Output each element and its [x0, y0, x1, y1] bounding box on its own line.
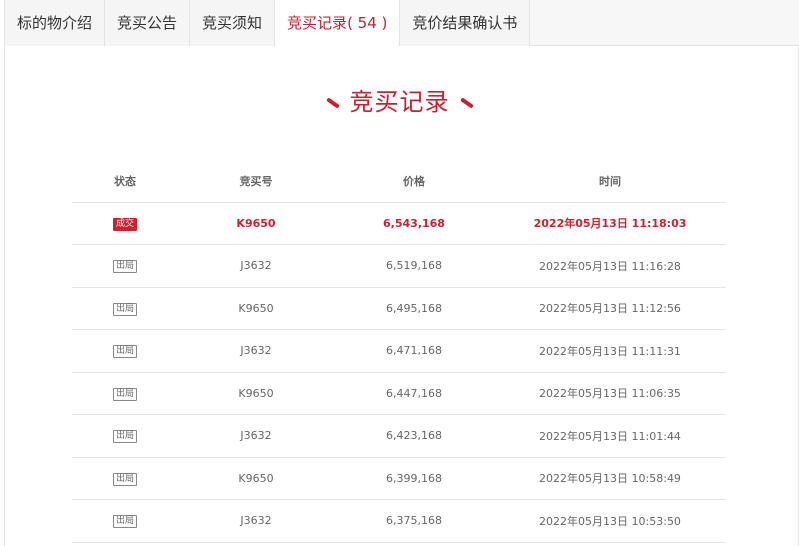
status-cell: 出局 [72, 457, 178, 500]
price-cell: 6,519,168 [334, 244, 494, 288]
status-cell: 出局 [72, 244, 178, 288]
bid-number-cell: K9650 [178, 457, 334, 500]
status-cell: 出局 [72, 414, 178, 458]
tab-bid-announcement[interactable]: 竞买公告 [105, 0, 191, 46]
price-cell: 6,399,168 [334, 457, 494, 500]
status-cell: 出局 [72, 287, 178, 330]
table-row: 出局 J3632 6,471,168 2022年05月13日 11:11:31 [72, 329, 726, 373]
bid-number-cell: K9650 [178, 372, 334, 415]
tab-item-introduction[interactable]: 标的物介绍 [4, 0, 106, 46]
time-cell: 2022年05月13日 11:01:44 [494, 414, 726, 458]
table-header-row: 状态 竞买号 价格 时间 [72, 160, 726, 203]
section-header: 竞买记录 [0, 82, 799, 117]
tab-bid-records[interactable]: 竞买记录( 54 ) [275, 0, 401, 47]
bid-number-cell: K9650 [178, 202, 334, 245]
header-status: 状态 [72, 160, 178, 203]
table-row: 出局 K9650 6,447,168 2022年05月13日 11:06:35 [72, 372, 726, 415]
time-cell: 2022年05月13日 11:11:31 [494, 329, 726, 373]
status-badge: 成交 [112, 217, 137, 231]
tab-label: 竞买公告 [117, 14, 178, 32]
bid-number-cell: J3632 [178, 329, 334, 373]
section-title: 竞买记录 [349, 88, 450, 116]
bid-number-cell: J3632 [178, 414, 334, 458]
table-row: 出局 J3632 6,423,168 2022年05月13日 11:01:44 [72, 414, 726, 458]
table-row: 成交 K9650 6,543,168 2022年05月13日 11:18:03 [72, 202, 726, 245]
header-time: 时间 [494, 160, 726, 203]
status-badge: 出局 [112, 430, 137, 444]
status-cell: 出局 [72, 329, 178, 373]
header-price: 价格 [334, 160, 494, 203]
tab-bid-notice[interactable]: 竞买须知 [190, 0, 276, 46]
price-cell: 6,423,168 [334, 414, 494, 458]
status-cell: 出局 [72, 499, 178, 543]
decoration-dash-icon [459, 97, 474, 109]
price-cell: 6,375,168 [334, 499, 494, 543]
price-cell: 6,543,168 [334, 202, 494, 245]
bid-number-cell: J3632 [178, 499, 334, 543]
status-badge: 出局 [112, 345, 137, 359]
time-cell: 2022年05月13日 10:58:49 [494, 457, 726, 500]
tab-count-badge: ( 54 ) [347, 14, 388, 32]
bid-number-cell: J3632 [178, 244, 334, 288]
price-cell: 6,471,168 [334, 329, 494, 373]
tab-bar: 标的物介绍 竞买公告 竞买须知 竞买记录( 54 ) 竞价结果确认书 [4, 0, 799, 47]
table-row: 出局 K9650 6,495,168 2022年05月13日 11:12:56 [72, 287, 726, 330]
tab-result-confirmation[interactable]: 竞价结果确认书 [400, 0, 531, 46]
time-cell: 2022年05月13日 11:18:03 [494, 202, 726, 245]
header-bid-number: 竞买号 [178, 160, 334, 203]
tab-label: 标的物介绍 [17, 14, 93, 32]
time-cell: 2022年05月13日 10:53:50 [494, 499, 726, 543]
time-cell: 2022年05月13日 11:16:28 [494, 244, 726, 288]
time-cell: 2022年05月13日 11:06:35 [494, 372, 726, 415]
price-cell: 6,447,168 [334, 372, 494, 415]
status-cell: 成交 [72, 202, 178, 245]
bid-number-cell: K9650 [178, 287, 334, 330]
price-cell: 6,495,168 [334, 287, 494, 330]
status-badge: 出局 [112, 472, 137, 486]
status-cell: 出局 [72, 372, 178, 415]
time-cell: 2022年05月13日 11:12:56 [494, 287, 726, 330]
tab-label: 竞买记录 [287, 14, 348, 32]
status-badge: 出局 [112, 260, 137, 274]
table-row: 出局 K9650 6,399,168 2022年05月13日 10:58:49 [72, 457, 726, 500]
status-badge: 出局 [112, 515, 137, 529]
status-badge: 出局 [112, 387, 137, 401]
table-row: 出局 J3632 6,519,168 2022年05月13日 11:16:28 [72, 244, 726, 288]
table-row: 出局 J3632 6,375,168 2022年05月13日 10:53:50 [72, 499, 726, 543]
tab-label: 竞价结果确认书 [412, 14, 518, 32]
status-badge: 出局 [112, 302, 137, 316]
tab-label: 竞买须知 [202, 14, 263, 32]
decoration-dash-icon [325, 97, 340, 109]
bid-records-table: 状态 竞买号 价格 时间 成交 K9650 6,543,168 2022年05月… [72, 160, 726, 543]
